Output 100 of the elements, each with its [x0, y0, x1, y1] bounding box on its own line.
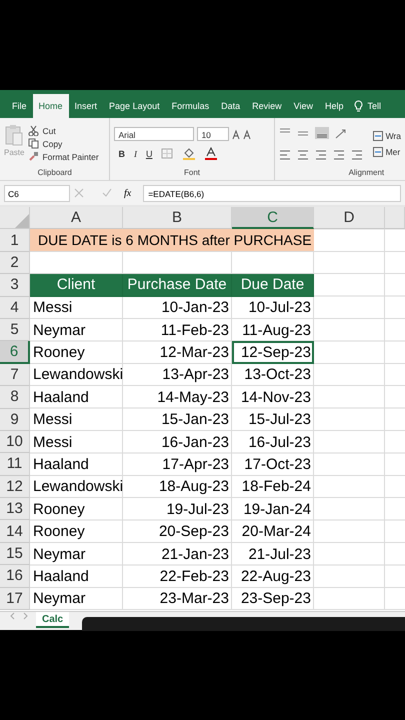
clipboard-icon: [5, 124, 24, 146]
row-header[interactable]: 15: [0, 542, 30, 566]
check-icon: [102, 188, 112, 198]
ribbon-tab[interactable]: Review: [246, 94, 288, 118]
table-cell: 12-Sep-23: [232, 341, 314, 364]
column-heading-cell: Purchase Date: [123, 274, 232, 297]
font-name-field[interactable]: Arial: [114, 127, 194, 141]
ribbon-tab[interactable]: Home: [32, 94, 69, 118]
table-cell-text: 14-May-23: [156, 388, 230, 408]
row-header[interactable]: 6: [0, 341, 30, 364]
table-cell-text: 23-Mar-23: [158, 589, 230, 610]
table-cell-text: 22-Aug-23: [240, 566, 312, 587]
copy-icon: [28, 138, 40, 149]
table-cell-text: Messi: [32, 298, 74, 318]
row-header[interactable]: 11: [0, 453, 30, 476]
table-cell-text: 18-Feb-24: [240, 477, 312, 498]
table-cell-text: Neymar: [32, 589, 87, 610]
table-cell-text: 10-Jan-23: [160, 298, 230, 318]
name-box[interactable]: C6: [4, 184, 70, 202]
table-cell-text: 13-Apr-23: [161, 365, 230, 386]
table-cell-text: 17-Oct-23: [243, 454, 312, 475]
table-cell-text: 16-Jan-23: [160, 432, 230, 453]
row-header[interactable]: 8: [0, 386, 30, 409]
row-header[interactable]: 14: [0, 520, 30, 543]
copy-button[interactable]: Copy: [42, 138, 62, 148]
row-header[interactable]: 16: [0, 565, 30, 588]
cut-button[interactable]: Cut: [42, 126, 56, 136]
table-cell-text: 11-Aug-23: [241, 320, 312, 341]
orientation-icon: [334, 126, 347, 138]
table-cell-text: 12-Mar-23: [158, 343, 230, 364]
row-header[interactable]: 10: [0, 430, 30, 454]
decrease-indent-icon: [332, 148, 345, 160]
table-cell-text: Lewandowski: [32, 477, 123, 498]
font-size-field[interactable]: 10: [197, 127, 230, 141]
format-painter-button[interactable]: Format Painter: [42, 152, 99, 162]
brush-icon: [28, 151, 40, 162]
table-cell-text: Haaland: [32, 388, 90, 408]
table-cell-text: 17-Apr-23: [161, 454, 230, 475]
scissors-icon: [28, 125, 40, 136]
merge-icon: [372, 146, 383, 156]
table-cell-text: 10-Jul-23: [247, 298, 312, 318]
column-header[interactable]: D: [314, 207, 385, 230]
column-header[interactable]: [385, 207, 405, 230]
row-header[interactable]: 17: [0, 588, 30, 610]
table-cell-text: 11-Feb-23: [160, 320, 230, 341]
column-header[interactable]: C: [232, 207, 314, 230]
table-cell-text: 15-Jan-23: [160, 410, 230, 430]
fill-color-icon: [182, 148, 196, 160]
table-cell-text: 18-Aug-23: [158, 477, 230, 498]
italic-button[interactable]: I: [134, 148, 137, 158]
table-cell-text: 23-Sep-23: [240, 589, 312, 610]
row-header[interactable]: 3: [0, 274, 30, 297]
row-header[interactable]: 12: [0, 476, 30, 498]
increase-indent-icon: [350, 148, 363, 160]
table-cell-text: 14-Nov-23: [240, 388, 312, 408]
table-cell-text: Haaland: [32, 566, 90, 587]
ribbon-tab[interactable]: View: [288, 94, 319, 118]
tell-me-text[interactable]: Tell: [368, 101, 382, 111]
bottom-align-icon: [314, 126, 329, 138]
underline-button[interactable]: U: [146, 148, 152, 158]
row-header[interactable]: 5: [0, 318, 30, 342]
table-cell-text: 21-Jul-23: [247, 544, 312, 565]
group-label: Clipboard: [36, 167, 73, 179]
table-cell-text: Lewandowski: [32, 365, 123, 386]
table-cell-text: Messi: [32, 432, 74, 453]
cancel-icon: [74, 188, 84, 198]
column-header[interactable]: A: [30, 207, 123, 230]
table-cell-text: 20-Sep-23: [158, 522, 230, 542]
ribbon-tab[interactable]: File: [6, 94, 33, 118]
ribbon-tab[interactable]: Data: [215, 94, 246, 118]
table-cell-text: 15-Jul-23: [247, 410, 312, 430]
row-header[interactable]: 13: [0, 498, 30, 520]
table-cell-text: 19-Jul-23: [165, 500, 230, 520]
wrap-text-button[interactable]: Wra: [386, 130, 401, 140]
sheet-tab[interactable]: Calc: [36, 612, 70, 628]
row-header[interactable]: 4: [0, 296, 30, 319]
formula-field[interactable]: =EDATE(B6,6): [143, 184, 401, 202]
row-header[interactable]: 7: [0, 364, 30, 386]
group-label: Alignment: [348, 167, 386, 179]
ribbon-tab[interactable]: Formulas: [166, 94, 216, 118]
table-cell-text: Rooney: [32, 343, 86, 364]
title-cell: DUE DATE is 6 MONTHS after PURCHASE: [30, 229, 314, 252]
ribbon-tab[interactable]: Page Layout: [103, 94, 166, 118]
insert-function-button[interactable]: fx: [124, 188, 132, 198]
table-cell-text: 13-Oct-23: [243, 365, 312, 386]
column-heading-cell: Due Date: [232, 274, 314, 297]
align-right-icon: [314, 148, 327, 160]
ribbon-tab[interactable]: Help: [319, 94, 350, 118]
row-header[interactable]: 9: [0, 408, 30, 431]
bold-button[interactable]: B: [118, 148, 125, 158]
column-header[interactable]: B: [123, 207, 232, 230]
merge-button[interactable]: Mer: [386, 146, 400, 156]
row-header[interactable]: 1: [0, 229, 30, 252]
font-color-icon: [205, 147, 218, 160]
group-label: Font: [182, 167, 201, 179]
select-all-button[interactable]: [0, 207, 30, 230]
table-cell-text: 16-Jul-23: [247, 432, 312, 453]
ribbon-tab[interactable]: Insert: [68, 94, 104, 118]
row-header[interactable]: 2: [0, 252, 30, 274]
lightbulb-icon: [354, 100, 363, 112]
